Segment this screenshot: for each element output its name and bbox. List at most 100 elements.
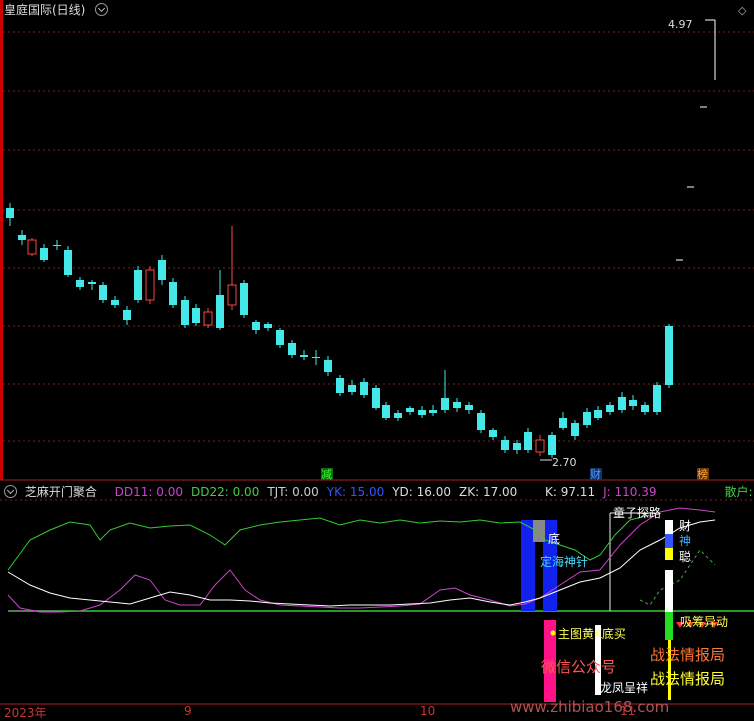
dd11-line <box>7 507 716 613</box>
right-indicator-values: K: 97.11 J: 110.39 散户: 0.00 <box>545 484 754 500</box>
candle-body <box>324 360 332 372</box>
candle-body <box>629 400 637 406</box>
x-axis: 2023年 9 10 11 <box>0 704 754 720</box>
indicator-title: 芝麻开门聚合 <box>24 485 97 499</box>
candle-body <box>501 440 509 450</box>
candle-body <box>535 439 545 453</box>
axis-label-sep: 9 <box>184 704 192 718</box>
high-price-label: 4.97 <box>668 18 693 31</box>
candle-body <box>123 310 131 320</box>
right-indicator-2: 散户: 0.00 <box>724 485 754 499</box>
jian-marker: 减 <box>321 468 332 481</box>
bang-marker: 榜 <box>697 467 708 481</box>
candle-body <box>336 378 344 393</box>
candle-body <box>288 343 296 355</box>
axis-label-year: 2023年 <box>4 706 47 720</box>
candle-body <box>169 282 177 305</box>
candle-body <box>594 410 602 418</box>
candle-body <box>653 385 661 412</box>
candle-body <box>6 208 14 218</box>
candle-body <box>524 432 532 450</box>
settings-icon[interactable] <box>4 485 17 498</box>
candle-body <box>300 355 308 357</box>
cai-marker: 财 <box>590 467 601 481</box>
zhuli-signal: 主图黄K底买 <box>558 626 626 641</box>
cai-signal: 财 <box>679 519 691 533</box>
indicator-4: YD: 16.00 <box>392 485 451 499</box>
tongzi-signal: 童子探路 <box>613 505 661 520</box>
indicator-5: ZK: 17.00 <box>459 485 518 499</box>
candle-body <box>583 412 591 425</box>
candle-body <box>252 322 260 330</box>
shen-signal: 神 <box>679 534 691 548</box>
candle-body <box>99 285 107 300</box>
candle-body <box>64 250 72 275</box>
candle-body <box>134 270 142 300</box>
tjt-line <box>7 519 716 607</box>
chong-signal: 聪 <box>679 550 691 564</box>
candle-body <box>382 405 390 418</box>
candle-body <box>618 397 626 410</box>
candle-body <box>40 248 48 260</box>
candle-body <box>606 405 614 412</box>
right-indicator-0: K: 97.11 <box>545 485 596 499</box>
zhanfa-watermark: 战法情报局 <box>650 646 725 664</box>
candle-body <box>192 308 200 323</box>
candle-body <box>360 382 368 395</box>
sub-chart-header: 芝麻开门聚合 DD11: 0.00 DD22: 0.00 TJT: 0.00 YK: … <box>4 484 525 500</box>
candle-body <box>489 430 497 437</box>
candlesticks <box>6 203 673 458</box>
candle-body <box>18 235 26 240</box>
candle-body <box>465 405 473 410</box>
candle-body <box>76 280 84 287</box>
candle-body <box>477 413 485 430</box>
indicator-0: DD11: 0.00 <box>114 485 183 499</box>
weixin-watermark: 微信公众号 <box>541 658 616 676</box>
candle-body <box>665 326 673 385</box>
indicator-lines <box>7 507 716 613</box>
candle-body <box>27 239 37 255</box>
candle-body <box>264 324 272 328</box>
longfeng-signal: 龙凤呈祥 <box>600 681 648 695</box>
chart-canvas: 4.97 2.70 减 财 榜 底 定海神针 童子探路 财 神 聪 主图黄K底买… <box>0 0 754 716</box>
candle-body <box>348 385 356 392</box>
indicator-2: TJT: 0.00 <box>267 485 319 499</box>
candle-body <box>548 435 556 455</box>
low-price-label: 2.70 <box>552 456 577 469</box>
candle-body <box>145 269 155 301</box>
candle-body <box>53 245 61 246</box>
right-indicator-1: J: 110.39 <box>603 485 657 499</box>
candle-body <box>441 398 449 410</box>
candle-body <box>158 260 166 280</box>
dinghai-signal: 定海神针 <box>540 554 588 569</box>
indicator-values: DD11: 0.00 DD22: 0.00 TJT: 0.00 YK: 15.00 YD… <box>115 485 526 499</box>
axis-label-oct: 10 <box>420 704 436 718</box>
candle-body <box>276 330 284 345</box>
candle-body <box>203 311 213 326</box>
blue-signal-bar <box>521 520 535 611</box>
candle-body <box>372 388 380 408</box>
xishou-signal: 吸筹异动 <box>680 615 728 629</box>
candle-body <box>559 418 567 428</box>
axis-label-nov: 11 <box>620 704 636 718</box>
candle-body <box>429 410 437 413</box>
candle-body <box>312 357 320 358</box>
candle-body <box>394 413 402 418</box>
candle-body <box>453 402 461 408</box>
indicator-1: DD22: 0.00 <box>191 485 260 499</box>
candle-body <box>216 295 224 328</box>
zhanfa-watermark-2: 战法情报局 <box>650 670 725 688</box>
candle-body <box>181 300 189 325</box>
main-grid <box>3 31 754 442</box>
indicator-3: YK: 15.00 <box>326 485 385 499</box>
candle-body <box>240 283 248 315</box>
candle-body <box>111 300 119 305</box>
candle-body <box>571 423 579 436</box>
di-signal: 底 <box>548 531 560 546</box>
candle-body <box>406 408 414 412</box>
candle-body <box>513 443 521 450</box>
candle-body <box>418 410 426 415</box>
candle-body <box>88 282 96 284</box>
dashed-line <box>639 549 716 606</box>
candle-body <box>641 405 649 412</box>
